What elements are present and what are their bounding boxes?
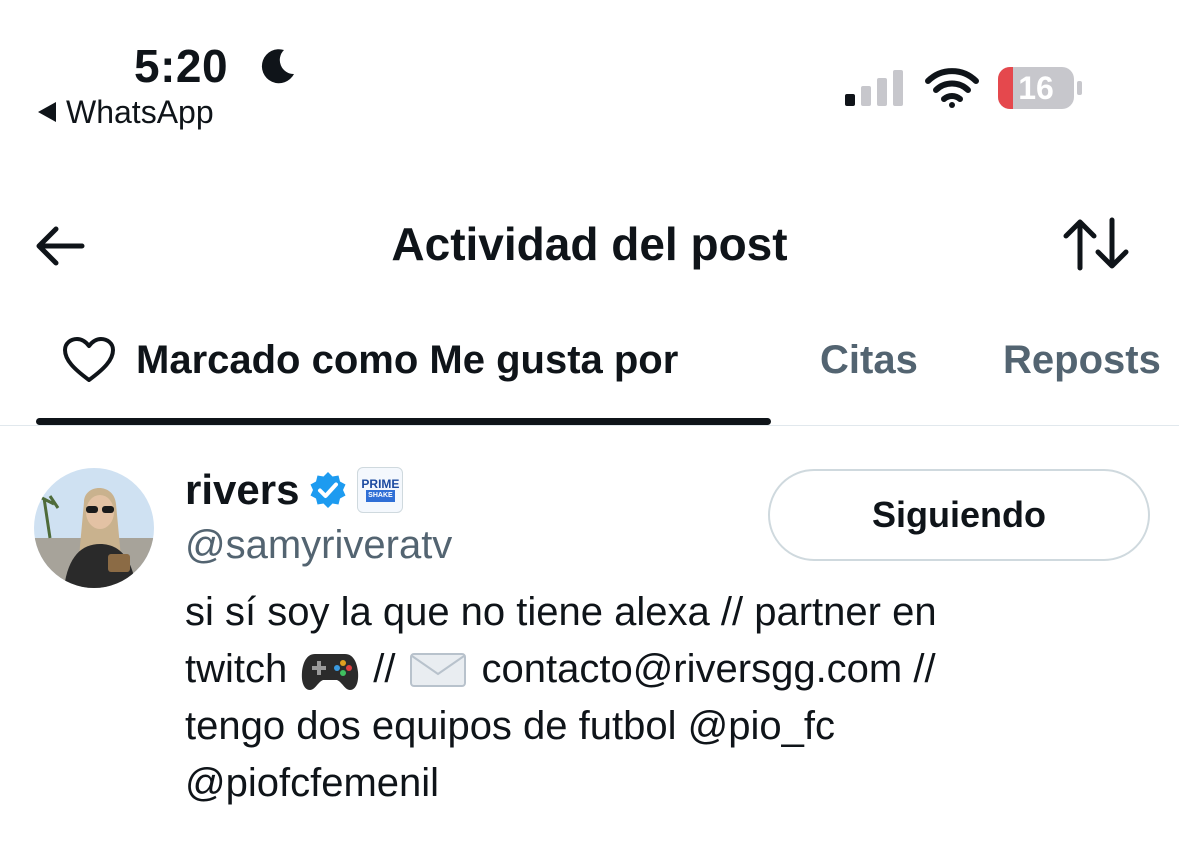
back-app-label: WhatsApp: [66, 94, 214, 130]
tab-liked-by-label: Marcado como Me gusta por: [136, 338, 679, 382]
bio-separator: //: [373, 647, 396, 691]
wifi-icon: [925, 68, 979, 108]
page-title: Actividad del post: [391, 218, 788, 270]
bio-line-2: twitch // contacto@riversgg.com //: [185, 641, 1085, 698]
following-button[interactable]: Siguiendo: [768, 469, 1150, 561]
bio-line-4[interactable]: @piofcfemenil: [185, 755, 1085, 812]
bio-line-1: si sí soy la que no tiene alexa // partn…: [185, 590, 937, 634]
game-controller-icon: [302, 653, 359, 690]
active-tab-indicator: [36, 418, 771, 425]
avatar[interactable]: [34, 468, 154, 588]
back-to-app-link[interactable]: WhatsApp: [38, 92, 214, 132]
sort-arrows-icon[interactable]: [1060, 214, 1132, 274]
verified-badge-icon: [310, 472, 346, 508]
battery-level: 16: [1018, 69, 1054, 106]
tab-reposts[interactable]: Reposts: [1003, 334, 1161, 386]
affiliate-badge-line1: PRIME: [361, 477, 400, 491]
affiliate-badge[interactable]: PRIME SHAKE: [357, 467, 404, 513]
tab-quotes[interactable]: Citas: [820, 334, 918, 386]
bio-twitch-text: twitch: [185, 647, 288, 691]
user-display-name[interactable]: rivers: [185, 464, 299, 516]
tabs-divider: [0, 425, 1179, 426]
cellular-signal-icon: [845, 70, 903, 106]
user-bio: si sí soy la que no tiene alexa // partn…: [185, 584, 1085, 812]
user-name-row: rivers PRIME SHAKE: [185, 462, 404, 518]
heart-icon: [63, 337, 115, 382]
bio-line-3: tengo dos equipos de futbol @pio_fc: [185, 704, 835, 748]
envelope-icon: [410, 652, 467, 687]
moon-icon: [261, 49, 294, 84]
bio-contact-email[interactable]: contacto@riversgg.com //: [481, 641, 935, 698]
affiliate-badge-line2: SHAKE: [366, 490, 395, 502]
back-triangle-icon: [38, 102, 56, 122]
tab-liked-by[interactable]: Marcado como Me gusta por: [62, 334, 678, 386]
battery-indicator: 16: [998, 67, 1082, 109]
user-handle[interactable]: @samyriveratv: [185, 520, 452, 570]
status-time: 5:20: [134, 40, 229, 92]
avatar-photo: [34, 468, 154, 588]
